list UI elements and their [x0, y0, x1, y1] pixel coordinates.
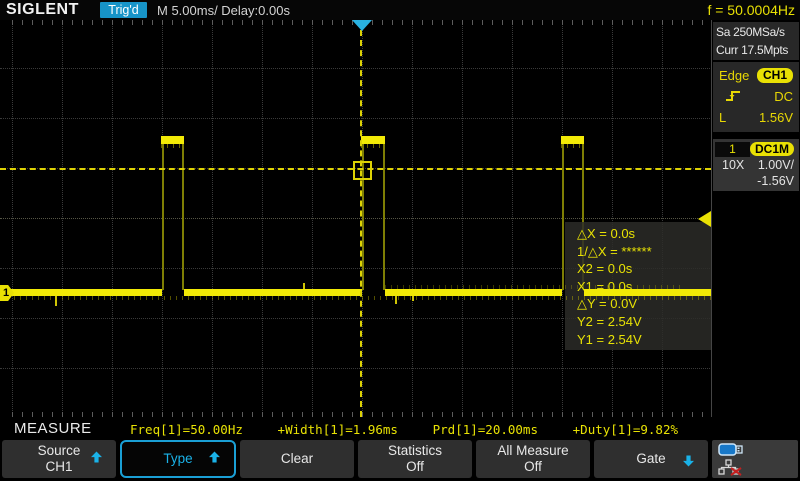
channel-number-chip: 1 — [715, 142, 750, 157]
measure-freq: Freq[1]=50.00Hz — [130, 422, 243, 437]
statistics-button-value: Off — [406, 459, 424, 475]
waveform-display-area: △X = 0.0s 1/△X = ****** X2 = 0.0s X1 = 0… — [0, 20, 712, 417]
waveform-baseline — [385, 289, 562, 296]
probe-attenuation: 10X — [722, 158, 744, 172]
hardware-frequency-counter: f = 50.0004Hz — [707, 2, 795, 18]
trigger-coupling: DC — [774, 89, 793, 104]
waveform-pulse-top — [161, 136, 184, 144]
cursor-handle[interactable] — [353, 161, 372, 180]
oscilloscope-screen: SIGLENT Trig'd M 5.00ms/ Delay:0.00s f =… — [0, 0, 800, 480]
cursor-x2: X2 = 0.0s — [577, 260, 711, 278]
measurement-bar: MEASURE Freq[1]=50.00Hz +Width[1]=1.96ms… — [0, 418, 800, 439]
siglent-logo: SIGLENT — [6, 1, 79, 19]
source-button-value: CH1 — [45, 459, 72, 475]
waveform-edge — [182, 144, 184, 290]
waveform-pulse-top — [561, 136, 584, 144]
cursor-y1: Y1 = 2.54V — [577, 331, 711, 349]
measure-title: MEASURE — [14, 420, 92, 437]
trigger-position-marker[interactable] — [352, 20, 372, 31]
type-button[interactable]: Type — [120, 440, 236, 478]
statistics-button[interactable]: Statistics Off — [358, 440, 472, 478]
waveform-baseline — [8, 289, 162, 296]
cursor-delta-x: △X = 0.0s — [577, 225, 711, 243]
waveform-edge — [562, 144, 564, 290]
trigger-source-badge: CH1 — [757, 68, 793, 83]
all-measure-button-label: All Measure — [497, 443, 568, 459]
sample-rate: Sa 250MSa/s — [716, 23, 799, 41]
grid-line — [0, 118, 712, 119]
waveform-noise — [561, 144, 584, 148]
channel1-info-panel[interactable]: 1 DC1M 10X 1.00V/ -1.56V — [713, 139, 799, 191]
waveform-edge — [162, 144, 164, 290]
trigger-info-panel: Edge CH1 DC L 1.56V — [713, 62, 799, 132]
trigger-level-label: L — [719, 110, 726, 125]
clear-button-label: Clear — [281, 451, 313, 467]
vertical-scale: 1.00V/ — [758, 158, 794, 172]
all-measure-button-value: Off — [524, 459, 542, 475]
channel-coupling-badge: DC1M — [750, 142, 794, 156]
type-button-label: Type — [163, 451, 192, 467]
measure-pos-width: +Width[1]=1.96ms — [278, 422, 398, 437]
statistics-button-label: Statistics — [388, 443, 442, 459]
waveform-edge — [383, 144, 385, 290]
waveform-noise-spike — [412, 296, 414, 301]
waveform-noise-spike — [395, 296, 397, 304]
lan-disconnected-icon — [718, 459, 744, 481]
waveform-noise — [361, 144, 385, 148]
grid-line — [0, 368, 712, 369]
status-icon-panel — [712, 440, 798, 478]
waveform-noise-spike — [303, 283, 305, 289]
trigger-type: Edge — [719, 68, 749, 83]
up-arrow-icon — [208, 451, 221, 468]
cursor-y2: Y2 = 2.54V — [577, 313, 711, 331]
measure-pos-duty: +Duty[1]=9.82% — [573, 422, 678, 437]
vertical-offset: -1.56V — [757, 174, 794, 188]
softkey-menu-bar: Source CH1 Type Clear Statistics Off All… — [0, 440, 800, 480]
top-status-bar: SIGLENT Trig'd M 5.00ms/ Delay:0.00s f =… — [0, 0, 800, 20]
cursor-inv-delta-x: 1/△X = ****** — [577, 243, 711, 261]
rising-edge-icon — [725, 88, 741, 105]
waveform-pulse-top — [361, 136, 385, 144]
measure-period: Prd[1]=20.00ms — [433, 422, 538, 437]
clear-button[interactable]: Clear — [240, 440, 354, 478]
gate-button-label: Gate — [636, 451, 665, 467]
trigger-level-value: 1.56V — [759, 110, 793, 125]
trigger-status-badge: Trig'd — [100, 2, 147, 18]
grid-line — [0, 68, 712, 69]
waveform-baseline — [584, 289, 711, 296]
graticule-right-edge — [711, 20, 712, 417]
waveform-noise — [161, 144, 184, 148]
trigger-level-marker[interactable] — [698, 211, 711, 227]
waveform-noise-spike — [55, 296, 57, 306]
source-button[interactable]: Source CH1 — [2, 440, 116, 478]
up-arrow-icon — [90, 451, 103, 468]
acquisition-info-panel: Sa 250MSa/s Curr 17.5Mpts — [713, 22, 799, 60]
gate-button[interactable]: Gate — [594, 440, 708, 478]
down-arrow-icon — [682, 451, 695, 468]
graticule-ticks-bottom — [12, 412, 712, 417]
all-measure-button[interactable]: All Measure Off — [476, 440, 590, 478]
source-button-label: Source — [38, 443, 81, 459]
waveform-baseline — [184, 289, 362, 296]
timebase-delay-readout: M 5.00ms/ Delay:0.00s — [157, 3, 290, 18]
x-cursor-line[interactable] — [360, 20, 362, 417]
memory-depth: Curr 17.5Mpts — [716, 41, 799, 59]
grid-center-line — [0, 218, 712, 219]
